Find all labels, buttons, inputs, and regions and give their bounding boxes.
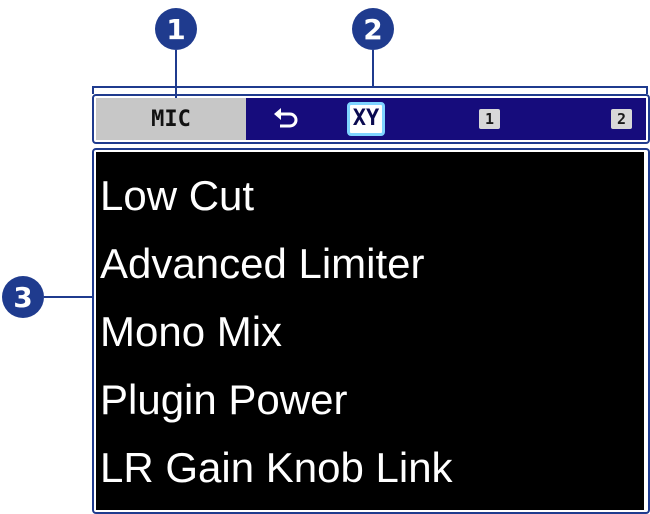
- callout-2: 2: [352, 8, 394, 50]
- callout-1: 1: [155, 8, 197, 50]
- tab-mic-label: MIC: [151, 106, 191, 132]
- tab-input-2[interactable]: 2: [526, 98, 646, 140]
- input-1-icon: 1: [478, 109, 500, 129]
- menu-item-mono-mix[interactable]: Mono Mix: [100, 308, 282, 356]
- back-arrow-icon: [274, 108, 298, 128]
- tab-back[interactable]: [246, 98, 326, 140]
- menu-item-low-cut[interactable]: Low Cut: [100, 172, 254, 220]
- tab-mic[interactable]: MIC: [96, 98, 246, 140]
- callout-2-bracket: [92, 86, 648, 88]
- callout-2-bracket-left: [92, 86, 94, 94]
- input-2-icon: 2: [610, 109, 632, 129]
- callout-3-leader: [44, 296, 92, 298]
- menu-item-lr-gain-knob-link[interactable]: LR Gain Knob Link: [100, 444, 453, 492]
- menu-item-plugin-power[interactable]: Plugin Power: [100, 376, 347, 424]
- callout-2-leader: [372, 50, 374, 86]
- menu-list: Low Cut Advanced Limiter Mono Mix Plugin…: [96, 152, 644, 510]
- xy-mic-icon: XY: [346, 102, 386, 136]
- tab-bar: MIC XY 1 2: [96, 98, 646, 140]
- tab-xy[interactable]: XY: [326, 98, 406, 140]
- menu-item-advanced-limiter[interactable]: Advanced Limiter: [100, 240, 425, 288]
- callout-3: 3: [2, 276, 44, 318]
- callout-2-bracket-right: [646, 86, 648, 94]
- tab-input-1[interactable]: 1: [406, 98, 526, 140]
